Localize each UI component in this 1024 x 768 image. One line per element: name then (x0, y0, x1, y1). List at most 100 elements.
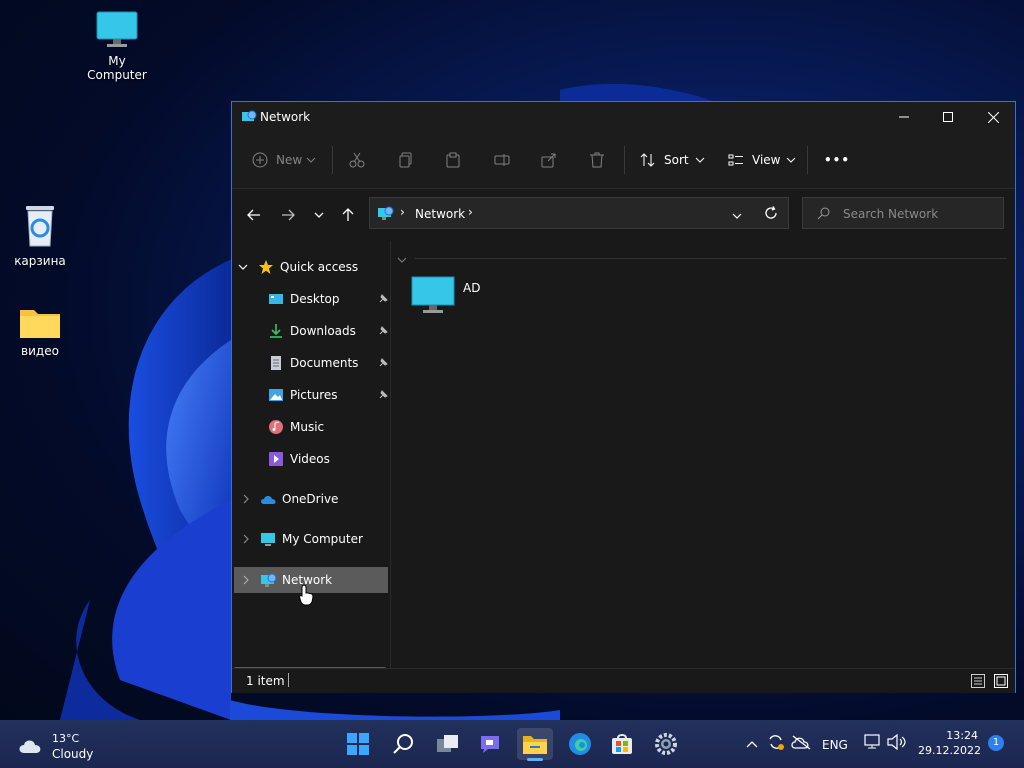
sidebar-item-label: Documents (290, 356, 359, 370)
refresh-button[interactable] (764, 206, 778, 223)
sidebar-item-label: Desktop (290, 292, 340, 306)
group-divider (415, 258, 1007, 259)
close-button[interactable] (970, 102, 1016, 132)
file-item-ad[interactable]: AD (411, 275, 491, 321)
title-bar[interactable]: Network (232, 102, 1015, 132)
language-indicator[interactable]: ENG (822, 738, 848, 752)
sidebar-item-label: Pictures (290, 388, 338, 402)
desktop-icon-my-computer[interactable]: My Computer (77, 10, 157, 82)
clock-time: 13:24 (946, 729, 978, 742)
file-explorer-button[interactable] (517, 728, 553, 761)
rename-icon (494, 154, 510, 166)
sidebar-item-desktop[interactable]: Desktop (268, 287, 388, 311)
chevron-down-icon (314, 212, 324, 218)
onedrive-tray-button[interactable] (791, 734, 813, 753)
group-collapse-button[interactable] (397, 253, 407, 267)
sidebar-item-label: Music (290, 420, 325, 434)
chevron-down-icon (397, 257, 407, 263)
folder-icon (20, 310, 60, 338)
notification-badge[interactable]: 1 (988, 735, 1004, 751)
sort-label: Sort (664, 153, 689, 167)
edge-button[interactable] (562, 728, 598, 760)
sidebar-item-music[interactable]: Music (268, 415, 388, 439)
pin-icon (378, 357, 388, 371)
show-hidden-icons-button[interactable] (746, 737, 758, 751)
address-bar[interactable]: › Network › (369, 197, 789, 229)
star-icon (258, 259, 274, 275)
search-button[interactable] (385, 728, 421, 760)
address-dropdown-button[interactable] (732, 209, 742, 223)
tray-sync-icon-button[interactable] (766, 732, 786, 755)
breadcrumb-separator[interactable]: › (468, 205, 473, 219)
forward-button[interactable] (276, 203, 300, 227)
rename-button[interactable] (494, 142, 510, 178)
sidebar-item-pictures[interactable]: Pictures (268, 383, 388, 407)
large-icons-view-button[interactable] (994, 674, 1008, 691)
desktop-icon-recycle-bin[interactable]: карзина (0, 204, 80, 268)
clock[interactable]: 13:24 29.12.2022 (918, 729, 981, 757)
desktop-icon-folder-video[interactable]: видео (0, 304, 80, 358)
desktop-icon-label: видео (21, 344, 59, 358)
chevron-down-icon (238, 264, 248, 270)
sidebar-item-downloads[interactable]: Downloads (268, 319, 388, 343)
sidebar-item-documents[interactable]: Documents (268, 351, 388, 375)
view-button[interactable]: View (728, 142, 796, 178)
chat-icon (481, 736, 499, 753)
toolbar-divider (332, 146, 333, 174)
chevron-down-icon (787, 157, 796, 163)
network-icon (377, 205, 395, 224)
breadcrumb-network[interactable]: Network (415, 207, 465, 221)
trash-icon (590, 152, 604, 168)
file-item-label: AD (463, 281, 481, 295)
pin-icon (378, 325, 388, 339)
view-list-icon (728, 154, 743, 166)
back-button[interactable] (242, 203, 266, 227)
pin-icon (378, 293, 388, 307)
settings-button[interactable] (648, 728, 684, 760)
maximize-button[interactable] (925, 102, 971, 132)
up-button[interactable] (336, 203, 360, 227)
chevron-right-icon (243, 494, 249, 504)
new-button[interactable]: New (252, 142, 316, 178)
search-box[interactable]: Search Network (802, 197, 1004, 229)
desktop-icon-label: My Computer (87, 54, 147, 82)
sidebar-item-label: OneDrive (282, 492, 339, 506)
sidebar-item-videos[interactable]: Videos (268, 447, 388, 471)
sidebar-item-onedrive[interactable]: OneDrive (242, 487, 388, 511)
arrow-left-icon (247, 209, 260, 221)
status-bar: 1 item (232, 668, 1015, 693)
minimize-icon (899, 116, 909, 118)
paste-button[interactable] (445, 142, 461, 178)
task-view-button[interactable] (430, 728, 466, 760)
copy-button[interactable] (398, 142, 414, 178)
start-button[interactable] (340, 728, 376, 760)
share-button[interactable] (541, 142, 557, 178)
minimize-button[interactable] (881, 102, 927, 132)
teams-chat-button[interactable] (472, 728, 508, 760)
more-options-button[interactable]: ••• (824, 142, 850, 178)
sidebar-item-quick-access[interactable]: Quick access (238, 255, 388, 279)
command-bar: New Sort View ••• (232, 132, 1015, 189)
copy-icon (399, 152, 412, 168)
network-tray-button[interactable] (864, 734, 882, 753)
item-count: 1 item (246, 674, 285, 688)
folder-icon (523, 736, 547, 754)
computer-icon (411, 276, 455, 313)
sort-button[interactable]: Sort (640, 142, 705, 178)
sidebar-item-my-computer[interactable]: My Computer (242, 527, 388, 551)
network-status-icon (864, 734, 880, 749)
volume-button[interactable] (887, 733, 907, 753)
delete-button[interactable] (589, 142, 605, 178)
new-label: New (276, 153, 303, 167)
chevron-down-icon (306, 157, 316, 163)
edge-icon (569, 733, 591, 755)
chevron-right-icon (243, 575, 249, 585)
cut-button[interactable] (349, 142, 365, 178)
clipboard-icon (446, 152, 460, 168)
details-view-button[interactable] (971, 674, 985, 691)
large-icons-view-icon (994, 674, 1008, 688)
store-button[interactable] (604, 728, 640, 760)
refresh-icon (765, 206, 777, 219)
view-label: View (752, 153, 781, 167)
recent-locations-button[interactable] (307, 203, 331, 227)
